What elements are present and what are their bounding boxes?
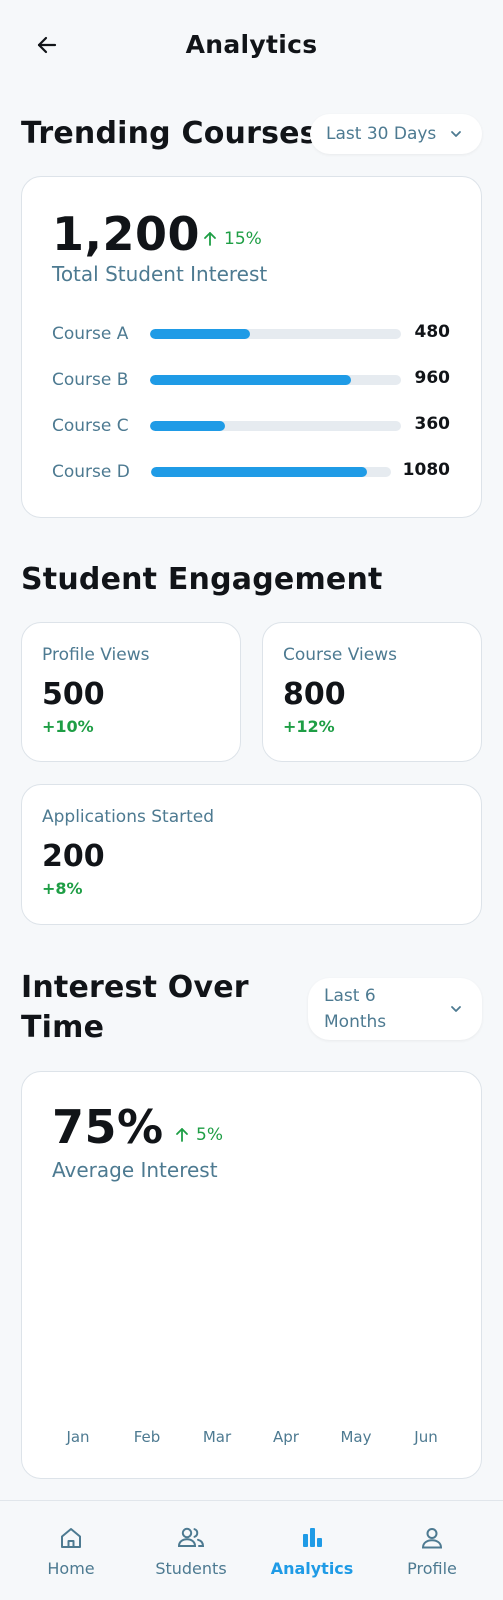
home-icon	[56, 1523, 86, 1553]
course-bar-fill	[150, 375, 351, 385]
course-name: Course A	[52, 324, 129, 344]
nav-label: Students	[155, 1559, 227, 1578]
stat-label: Applications Started	[42, 807, 215, 827]
bottom-nav: Home Students Analytics Profile	[0, 1500, 503, 1600]
course-bar-track	[150, 375, 401, 385]
stat-card-course-views[interactable]: Course Views 800 +12%	[262, 622, 482, 762]
stat-value: 800	[283, 677, 346, 712]
total-interest-trend: 15%	[202, 229, 262, 249]
nav-profile[interactable]: Profile	[377, 1523, 487, 1578]
students-icon	[176, 1523, 206, 1553]
average-interest-trend-value: 5%	[196, 1125, 223, 1145]
interest-period-line1: Last 6	[324, 986, 376, 1006]
total-interest-value: 1,200	[52, 207, 201, 261]
total-interest-trend-value: 15%	[224, 229, 262, 249]
interest-title-line1: Interest Over	[21, 970, 249, 1005]
course-bar-fill	[150, 421, 226, 431]
analytics-icon	[297, 1523, 327, 1553]
course-bar-fill	[151, 467, 367, 477]
trending-period-label: Last 30 Days	[326, 124, 437, 144]
month-label: May	[340, 1428, 372, 1446]
nav-label: Analytics	[270, 1559, 354, 1578]
course-name: Course B	[52, 370, 129, 390]
stat-change: +12%	[283, 717, 335, 736]
course-value: 1080	[402, 460, 450, 480]
month-label: Jan	[66, 1428, 90, 1446]
course-value: 480	[414, 322, 451, 342]
course-name: Course C	[52, 416, 129, 436]
chevron-down-icon	[448, 126, 464, 142]
average-interest-trend: 5%	[174, 1125, 223, 1145]
stat-label: Profile Views	[42, 645, 150, 665]
trending-courses-title: Trending Courses	[21, 116, 318, 151]
average-interest-label: Average Interest	[52, 1158, 218, 1182]
course-value: 360	[414, 414, 451, 434]
course-row-b: Course B	[52, 368, 128, 392]
nav-label: Profile	[407, 1559, 457, 1578]
total-interest-label: Total Student Interest	[52, 262, 268, 286]
month-label: Feb	[133, 1428, 161, 1446]
nav-home[interactable]: Home	[16, 1523, 126, 1578]
app-header: Analytics	[0, 0, 503, 92]
arrow-up-icon	[204, 232, 216, 246]
stat-card-applications-started[interactable]: Applications Started 200 +8%	[21, 784, 482, 925]
nav-label: Home	[47, 1559, 95, 1578]
interest-over-time-title: Interest Over Time	[21, 968, 249, 1048]
course-bar-track	[151, 467, 391, 477]
course-bar-track	[150, 329, 401, 339]
arrow-up-icon	[176, 1128, 188, 1142]
course-name: Course D	[52, 462, 130, 482]
month-label: Jun	[414, 1428, 438, 1446]
course-bar-fill	[150, 329, 251, 339]
course-bar-track	[150, 421, 401, 431]
chevron-down-icon	[448, 1001, 464, 1017]
page-title: Analytics	[185, 30, 318, 59]
course-row-c: Course C	[52, 414, 129, 438]
stat-card-profile-views[interactable]: Profile Views 500 +10%	[21, 622, 241, 762]
nav-analytics[interactable]: Analytics	[257, 1523, 367, 1578]
profile-icon	[417, 1523, 447, 1553]
stat-value: 500	[42, 677, 105, 712]
interest-title-line2: Time	[21, 1010, 105, 1045]
interest-period-label: Last 6 Months	[324, 983, 448, 1035]
stat-change: +10%	[42, 717, 94, 736]
interest-period-dropdown[interactable]: Last 6 Months	[308, 978, 482, 1040]
stat-label: Course Views	[283, 645, 397, 665]
stat-change: +8%	[42, 879, 83, 898]
average-interest-value: 75%	[52, 1100, 164, 1154]
interest-period-line2: Months	[324, 1012, 387, 1032]
student-engagement-title: Student Engagement	[21, 562, 383, 597]
stat-value: 200	[42, 839, 105, 874]
trending-period-dropdown[interactable]: Last 30 Days	[310, 114, 482, 154]
month-label: Apr	[273, 1428, 299, 1446]
course-row-d: Course D	[52, 460, 130, 484]
nav-students[interactable]: Students	[136, 1523, 246, 1578]
course-row-a: Course A	[52, 322, 128, 346]
course-value: 960	[414, 368, 451, 388]
month-label: Mar	[202, 1428, 232, 1446]
